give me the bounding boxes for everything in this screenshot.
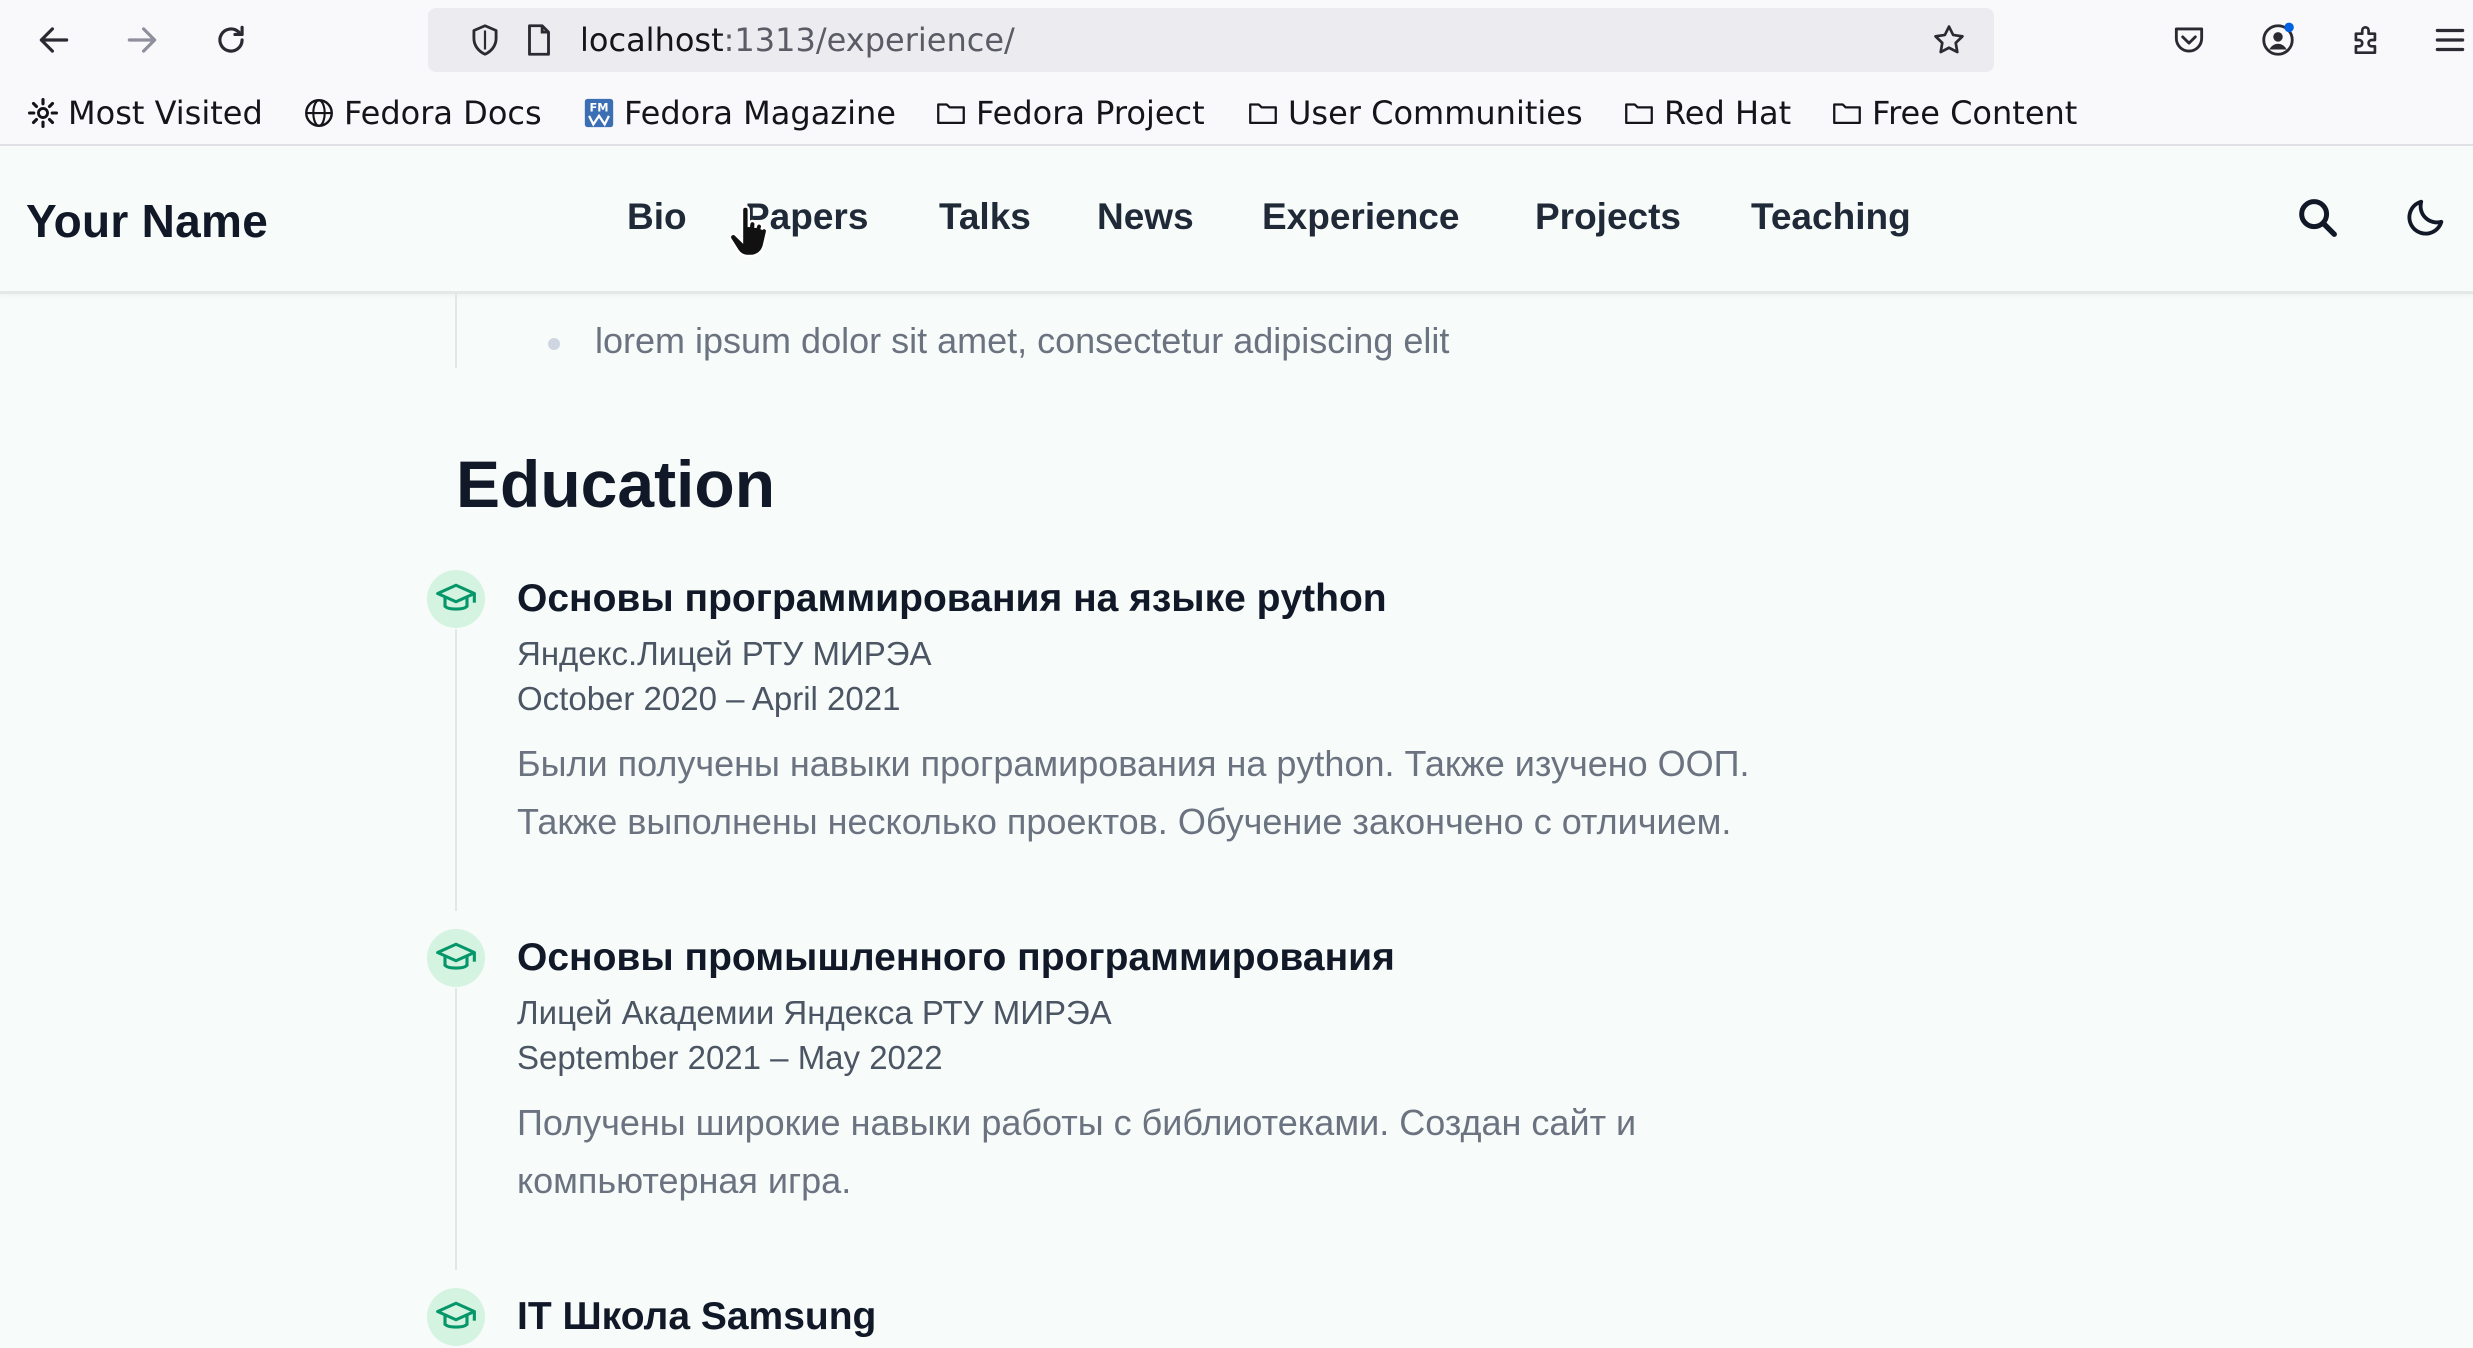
nav-experience[interactable]: Experience (1262, 196, 1459, 238)
reload-button[interactable] (203, 12, 259, 68)
description-line: Получены широкие навыки работы с библиот… (517, 1102, 1637, 1143)
main-content: lorem ipsum dolor sit amet, consectetur … (0, 294, 2473, 1348)
education-date: September 2021 – May 2022 (517, 1039, 943, 1076)
timeline-line (455, 629, 457, 911)
folder-icon (1833, 103, 1861, 125)
education-description: Были получены навыки програмирования на … (517, 735, 1750, 851)
dark-mode-moon-icon[interactable] (2403, 194, 2449, 240)
section-title-education: Education (456, 447, 776, 521)
nav-talks[interactable]: Talks (939, 196, 1031, 238)
extensions-button[interactable] (2339, 12, 2395, 68)
bookmark-fedora-project[interactable]: Fedora Project (934, 94, 1205, 132)
bookmark-star-icon[interactable] (1930, 21, 1968, 59)
list-item: lorem ipsum dolor sit amet, consectetur … (595, 320, 1450, 361)
hamburger-menu-icon (2435, 28, 2465, 52)
url-path: :1313/experience/ (723, 21, 1015, 59)
back-button[interactable] (26, 12, 82, 68)
page-icon[interactable] (520, 21, 558, 59)
bookmark-label: Most Visited (68, 94, 263, 132)
bookmark-label: Fedora Magazine (624, 94, 896, 132)
forward-arrow-icon (127, 27, 157, 53)
account-icon (2262, 22, 2294, 56)
bookmark-most-visited[interactable]: Most Visited (26, 94, 263, 132)
nav-projects[interactable]: Projects (1535, 196, 1681, 238)
description-line: Также выполнены несколько проектов. Обуч… (517, 801, 1732, 842)
url-host: localhost (580, 21, 724, 59)
hand-cursor-icon (728, 205, 769, 258)
nav-bio[interactable]: Bio (627, 196, 687, 238)
education-org: Лицей Академии Яндекса РТУ МИРЭА (517, 994, 1112, 1031)
shield-icon[interactable] (466, 21, 504, 59)
account-button[interactable] (2250, 12, 2306, 68)
puzzle-icon (2354, 26, 2377, 55)
education-date: October 2020 – April 2021 (517, 680, 901, 717)
gear-icon (27, 97, 59, 129)
education-title: Основы программирования на языке python (517, 577, 1387, 620)
svg-text:FM: FM (589, 101, 608, 115)
back-arrow-icon (39, 27, 69, 53)
folder-icon (1249, 103, 1277, 125)
reload-icon (218, 25, 244, 53)
url-bar[interactable]: localhost:1313/experience/ (428, 8, 1994, 72)
description-line: Были получены навыки програмирования на … (517, 743, 1750, 784)
pocket-icon (2174, 27, 2204, 53)
nav-news[interactable]: News (1097, 196, 1194, 238)
education-title: IT Школа Samsung (517, 1295, 877, 1338)
timeline-line (455, 988, 457, 1270)
fedora-magazine-icon: FM (584, 98, 614, 128)
timeline-line (455, 294, 457, 368)
bookmark-label: Free Content (1872, 94, 2078, 132)
site-brand[interactable]: Your Name (26, 194, 268, 248)
education-title: Основы промышленного программирования (517, 936, 1395, 979)
menu-button[interactable] (2427, 12, 2473, 68)
graduation-cap-icon (427, 1288, 485, 1346)
education-org: Яндекс.Лицей РТУ МИРЭА (517, 635, 932, 672)
site-header: Your Name Bio Papers Talks News Experien… (0, 146, 2473, 294)
url-text[interactable]: localhost:1313/experience/ (580, 24, 1015, 56)
bookmark-label: Red Hat (1664, 94, 1792, 132)
list-bullet (548, 338, 560, 350)
graduation-cap-icon (427, 929, 485, 987)
bookmark-label: User Communities (1288, 94, 1583, 132)
description-line: компьютерная игра. (517, 1160, 852, 1201)
bookmark-label: Fedora Project (976, 94, 1205, 132)
bookmark-fedora-magazine[interactable]: FM Fedora Magazine (582, 94, 896, 132)
bookmark-red-hat[interactable]: Red Hat (1622, 94, 1791, 132)
folder-icon (937, 103, 965, 125)
nav-teaching[interactable]: Teaching (1751, 196, 1911, 238)
bookmark-fedora-docs[interactable]: Fedora Docs (302, 94, 542, 132)
bookmark-label: Fedora Docs (344, 94, 542, 132)
globe-icon (305, 99, 333, 127)
browser-toolbar: localhost:1313/experience/ (0, 0, 2473, 80)
forward-button[interactable] (114, 12, 170, 68)
graduation-cap-icon (427, 570, 485, 628)
bookmarks-bar: Most Visited Fedora Docs FM Fedora Magaz… (0, 80, 2473, 146)
education-description: Получены широкие навыки работы с библиот… (517, 1094, 1636, 1210)
bookmark-user-communities[interactable]: User Communities (1246, 94, 1583, 132)
bookmark-free-content[interactable]: Free Content (1830, 94, 2077, 132)
search-icon[interactable] (2294, 194, 2340, 240)
pocket-button[interactable] (2161, 12, 2217, 68)
folder-icon (1625, 103, 1653, 125)
